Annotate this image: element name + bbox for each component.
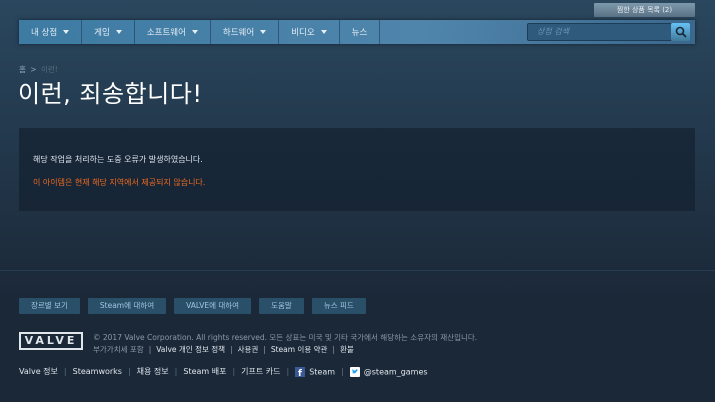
nav-item-label: 내 상점 xyxy=(31,28,58,38)
nav-item-my-store[interactable]: 내 상점 xyxy=(19,20,83,44)
error-message: 해당 작업을 처리하는 도중 오류가 발생하였습니다. xyxy=(33,155,203,164)
jobs-link[interactable]: 채용 정보 xyxy=(137,366,169,377)
separator: | xyxy=(341,367,344,376)
page-title: 이런, 죄송합니다! xyxy=(18,80,203,108)
privacy-policy-link[interactable]: Valve 개인 정보 정책 xyxy=(156,344,225,355)
chevron-down-icon xyxy=(260,30,267,34)
facebook-label: Steam xyxy=(309,367,336,376)
chevron-down-icon xyxy=(115,30,122,34)
separator: | xyxy=(63,367,67,376)
nav-item-label: 비디오 xyxy=(291,28,315,38)
vat-note: 부가가치세 포함 xyxy=(93,345,144,354)
copyright-text: © 2017 Valve Corporation. All rights res… xyxy=(93,333,478,342)
separator: | xyxy=(148,345,152,354)
breadcrumb-current: 이런! xyxy=(40,65,58,74)
separator: | xyxy=(232,367,236,376)
separator: | xyxy=(230,345,233,354)
footer-divider xyxy=(0,270,715,271)
breadcrumb-separator: > xyxy=(30,65,37,74)
chevron-down-icon xyxy=(63,30,70,34)
chevron-down-icon xyxy=(191,30,198,34)
separator: | xyxy=(332,345,335,354)
twitter-icon xyxy=(349,366,360,377)
chevron-down-icon xyxy=(320,30,327,34)
terms-of-service-link[interactable]: Steam 이용 약관 xyxy=(271,344,328,355)
twitter-link[interactable]: @steam_games xyxy=(349,366,428,377)
search-input[interactable]: 상점 검색 xyxy=(527,23,672,41)
separator: | xyxy=(286,367,290,376)
nav-item-games[interactable]: 게임 xyxy=(82,20,135,44)
error-detail: 이 아이템은 현재 해당 지역에서 제공되지 않습니다. xyxy=(33,178,206,187)
help-button[interactable]: 도움말 xyxy=(259,298,304,314)
valve-logo[interactable]: VALVE xyxy=(19,332,83,350)
gift-cards-link[interactable]: 기프트 카드 xyxy=(241,366,280,377)
search-button[interactable] xyxy=(671,23,690,41)
twitter-label: @steam_games xyxy=(363,367,428,376)
footer-button-row: 장르별 보기 Steam에 대하여 VALVE에 대하여 도움말 뉴스 피드 xyxy=(19,298,366,314)
nav-item-label: 게임 xyxy=(94,28,110,38)
separator: | xyxy=(263,345,266,354)
error-panel: 해당 작업을 처리하는 도중 오류가 발생하였습니다. 이 아이템은 현재 해당… xyxy=(19,128,695,211)
about-steam-button[interactable]: Steam에 대하여 xyxy=(87,298,167,314)
browse-by-genre-button[interactable]: 장르별 보기 xyxy=(19,298,80,314)
facebook-link[interactable]: f Steam xyxy=(295,366,336,379)
bottom-links: Valve 정보 | Steamworks | 채용 정보 | Steam 배포… xyxy=(19,366,428,379)
about-valve-link[interactable]: Valve 정보 xyxy=(19,366,58,377)
separator: | xyxy=(127,367,131,376)
main-nav-bar: 내 상점 게임 소프트웨어 하드웨어 비디오 뉴스 상점 검색 xyxy=(19,20,695,44)
nav-item-news[interactable]: 뉴스 xyxy=(340,20,381,44)
steam-distribution-link[interactable]: Steam 배포 xyxy=(183,366,226,377)
about-valve-button[interactable]: VALVE에 대하여 xyxy=(174,298,252,314)
nav-item-video[interactable]: 비디오 xyxy=(279,20,340,44)
svg-text:f: f xyxy=(298,369,302,377)
nav-item-software[interactable]: 소프트웨어 xyxy=(135,20,211,44)
nav-item-hardware[interactable]: 하드웨어 xyxy=(211,20,280,44)
refunds-link[interactable]: 환불 xyxy=(340,344,354,355)
license-link[interactable]: 사용권 xyxy=(238,344,259,355)
separator: | xyxy=(174,367,178,376)
nav-item-label: 하드웨어 xyxy=(222,28,255,38)
wishlist-button[interactable]: 찜한 상품 목록 (2) xyxy=(594,3,695,17)
legal-links: 부가가치세 포함 | Valve 개인 정보 정책 | 사용권 | Steam … xyxy=(93,344,354,355)
search-icon xyxy=(675,26,687,38)
nav-item-label: 소프트웨어 xyxy=(146,28,186,38)
facebook-icon: f xyxy=(295,366,306,379)
steamworks-link[interactable]: Steamworks xyxy=(73,367,122,376)
news-feed-button[interactable]: 뉴스 피드 xyxy=(311,298,366,314)
breadcrumb-home-link[interactable]: 홈 xyxy=(19,65,26,74)
nav-item-label: 뉴스 xyxy=(351,28,368,38)
